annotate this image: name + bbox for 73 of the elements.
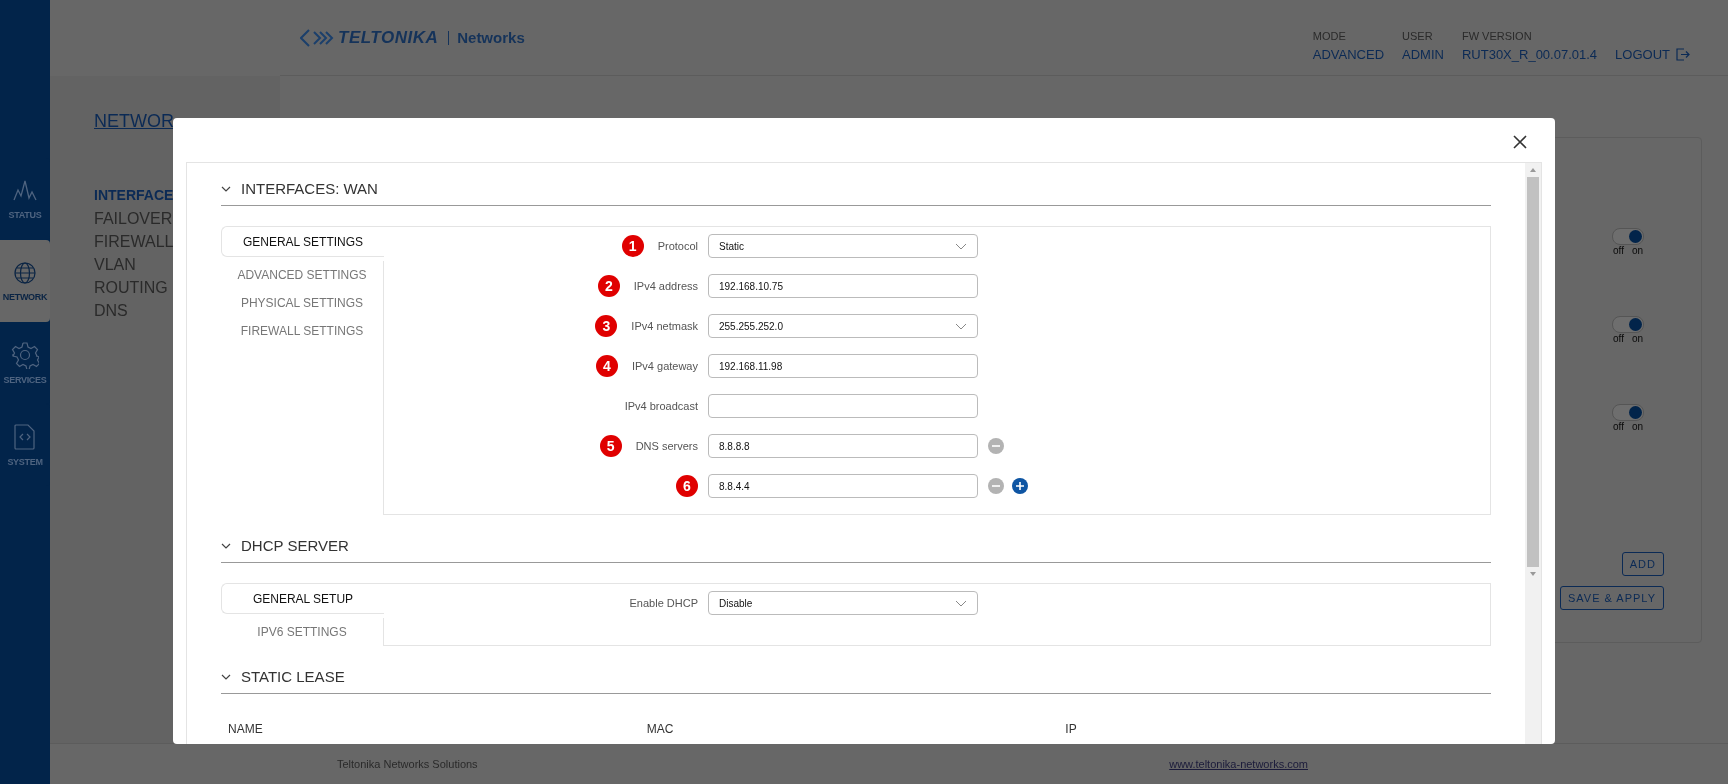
- toggle-label: off: [1612, 421, 1624, 432]
- field-label: IPv4 address: [633, 280, 698, 292]
- outline-button[interactable]: SAVE & APPLY: [1559, 586, 1664, 610]
- info-value: ADVANCED: [1312, 46, 1385, 62]
- chevron-icon: [955, 322, 967, 330]
- input-field[interactable]: 8.8.4.4: [708, 474, 978, 498]
- info-label: FW VERSION: [1461, 29, 1533, 42]
- field-label: Enable DHCP: [629, 597, 698, 609]
- chevron-icon: [955, 599, 967, 607]
- input-field[interactable]: 192.168.10.75: [708, 274, 978, 298]
- number-badge: 2: [597, 275, 620, 297]
- info-value: ADMIN: [1402, 46, 1444, 62]
- chevron-icon: [955, 242, 967, 250]
- field-label: IPv4 netmask: [631, 320, 698, 332]
- column-header: MAC: [646, 722, 675, 736]
- sidebar-item[interactable]: NETWORK: [0, 240, 50, 322]
- toggle-switch[interactable]: [1612, 228, 1644, 245]
- toggle-label: off: [1612, 333, 1624, 344]
- info-value: RUT30X_R_00.07.01.4: [1461, 46, 1598, 62]
- page-title: NETWOR: [94, 111, 174, 132]
- chevron-icon: [221, 542, 231, 549]
- outline-button[interactable]: ADD: [1621, 552, 1664, 576]
- input-field[interactable]: 192.168.11.98: [708, 354, 978, 378]
- field-label: IPv4 broadcast: [624, 400, 698, 412]
- tab[interactable]: GENERAL SETUP: [221, 583, 384, 614]
- number-badge: 5: [599, 435, 622, 457]
- input-field[interactable]: 8.8.8.8: [708, 434, 978, 458]
- number-badge: 4: [595, 355, 618, 377]
- number-badge: 3: [595, 315, 618, 337]
- footer-link[interactable]: www.teltonika-networks.com: [1169, 758, 1308, 770]
- field-label: IPv4 gateway: [631, 360, 698, 372]
- select-field[interactable]: 255.255.252.0: [708, 314, 978, 338]
- settings-icon: [11, 341, 39, 369]
- logo-suffix: Networks: [448, 30, 525, 45]
- section-header[interactable]: STATIC LEASE: [221, 660, 1491, 694]
- number-badge: 6: [676, 475, 698, 497]
- info-label: MODE: [1312, 29, 1347, 42]
- tab[interactable]: PHYSICAL SETTINGS: [221, 289, 384, 317]
- tab[interactable]: ADVANCED SETTINGS: [221, 261, 384, 289]
- tab[interactable]: GENERAL SETTINGS: [221, 226, 384, 257]
- toggle-switch[interactable]: [1612, 404, 1644, 421]
- close-icon[interactable]: [1513, 135, 1527, 149]
- scrollbar[interactable]: [1525, 163, 1541, 744]
- toggle-label: on: [1631, 245, 1644, 256]
- footer-text: Teltonika Networks Solutions: [337, 758, 478, 770]
- logout-icon: [1676, 47, 1690, 61]
- logo-text: TELTONIKA: [338, 27, 439, 48]
- toggle-label: on: [1631, 421, 1644, 432]
- remove-icon[interactable]: [988, 438, 1004, 454]
- remove-icon[interactable]: [988, 478, 1004, 494]
- select-field[interactable]: Static: [708, 234, 978, 258]
- logo-icon: [300, 28, 334, 47]
- toggle-label: off: [1612, 245, 1624, 256]
- select-field[interactable]: Disable: [708, 591, 978, 615]
- tab[interactable]: FIREWALL SETTINGS: [221, 317, 384, 345]
- column-header: NAME: [228, 722, 264, 736]
- column-header: IP: [1065, 722, 1078, 736]
- globe-icon: [12, 260, 38, 286]
- input-field[interactable]: [708, 394, 978, 418]
- code-file-icon: [13, 423, 37, 451]
- chevron-icon: [221, 185, 231, 192]
- logout-button[interactable]: LOGOUT: [1615, 46, 1690, 62]
- tab[interactable]: IPV6 SETTINGS: [221, 618, 384, 646]
- add-icon[interactable]: [1012, 478, 1028, 494]
- number-badge: 1: [621, 235, 644, 257]
- info-label: USER: [1402, 29, 1434, 42]
- section-header[interactable]: INTERFACES: WAN: [221, 172, 1491, 206]
- section-header[interactable]: DHCP SERVER: [221, 529, 1491, 563]
- field-label: DNS servers: [635, 440, 698, 452]
- toggle-switch[interactable]: [1612, 316, 1644, 333]
- chevron-icon: [221, 673, 231, 680]
- toggle-label: on: [1631, 333, 1644, 344]
- field-label: Protocol: [657, 240, 698, 252]
